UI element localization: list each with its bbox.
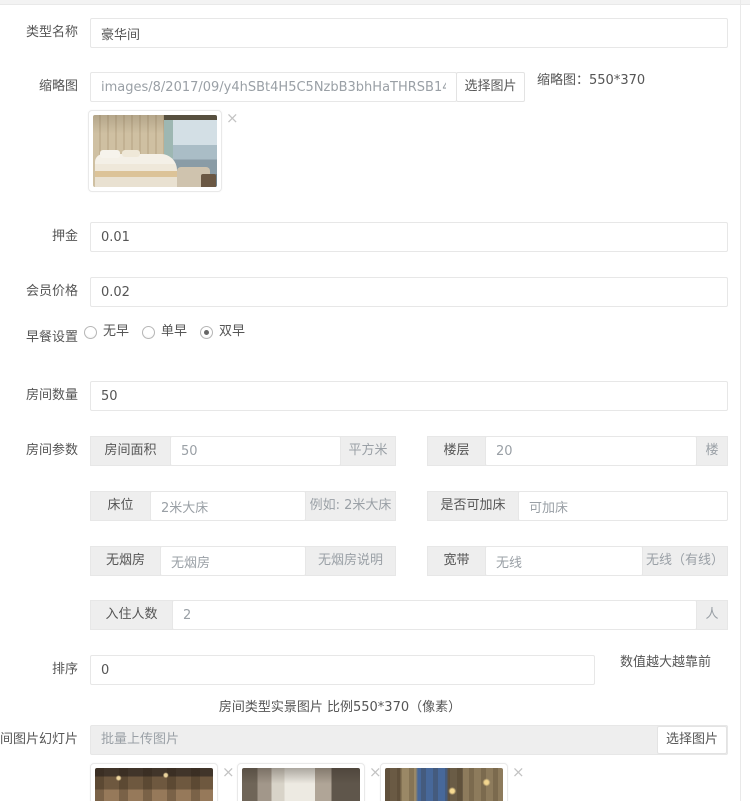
- occupancy-input[interactable]: [172, 600, 697, 630]
- gallery-photo-card: [90, 763, 218, 801]
- radio-icon[interactable]: [200, 326, 213, 339]
- deposit-label: 押金: [0, 222, 78, 252]
- thumbnail-path-input[interactable]: [90, 72, 457, 102]
- gallery-choose-image-button[interactable]: 选择图片: [657, 726, 727, 754]
- batch-upload-input[interactable]: 批量上传图片: [90, 725, 728, 755]
- extra-bed-prefix: 是否可加床: [427, 491, 519, 521]
- panel-top-edge: [0, 0, 750, 5]
- thumbnail-room-photo: [93, 115, 217, 187]
- thumbnail-label: 缩略图: [0, 72, 78, 102]
- radio-label: 双早: [219, 324, 245, 340]
- sort-hint: 数值越大越靠前: [620, 648, 711, 678]
- thumbnail-preview-card: [88, 110, 222, 192]
- breakfast-label: 早餐设置: [0, 323, 78, 353]
- gallery-photo-1-remove-icon[interactable]: ×: [222, 765, 235, 779]
- type-name-input[interactable]: [90, 18, 728, 48]
- gallery-photo-card: [380, 763, 508, 801]
- room-count-input[interactable]: [90, 381, 728, 411]
- breakfast-option-none[interactable]: 无早: [84, 324, 129, 340]
- gallery-room-photo-3: [385, 768, 503, 801]
- floor-prefix: 楼层: [427, 436, 486, 466]
- bed-prefix: 床位: [90, 491, 151, 521]
- no-smoking-input[interactable]: [160, 546, 306, 576]
- gallery-photo-card: [237, 763, 365, 801]
- extra-bed-input[interactable]: [518, 491, 728, 521]
- gallery-room-photo-2: [242, 768, 360, 801]
- floor-unit: 楼: [696, 436, 728, 466]
- member-price-label: 会员价格: [0, 277, 78, 307]
- radio-label: 无早: [103, 324, 129, 340]
- breakfast-radio-group: 无早 单早 双早: [84, 324, 245, 340]
- occupancy-unit: 人: [696, 600, 728, 630]
- radio-icon[interactable]: [84, 326, 97, 339]
- bed-example: 例如: 2米大床: [305, 491, 396, 521]
- sort-label: 排序: [0, 655, 78, 685]
- breakfast-option-double[interactable]: 双早: [200, 324, 245, 340]
- deposit-input[interactable]: [90, 222, 728, 252]
- room-type-edit-form: 类型名称 缩略图 选择图片 缩略图：550*370 × 押金 会员价格 早餐设置…: [0, 0, 750, 801]
- floor-input[interactable]: [485, 436, 697, 466]
- breakfast-option-single[interactable]: 单早: [142, 324, 187, 340]
- room-area-prefix: 房间面积: [90, 436, 171, 466]
- room-count-label: 房间数量: [0, 381, 78, 411]
- gallery-photo-3-remove-icon[interactable]: ×: [512, 765, 525, 779]
- member-price-input[interactable]: [90, 277, 728, 307]
- bed-input[interactable]: [150, 491, 306, 521]
- panel-right-edge: [740, 0, 741, 801]
- type-name-label: 类型名称: [0, 18, 78, 48]
- broadband-prefix: 宽带: [427, 546, 486, 576]
- room-params-label: 房间参数: [0, 436, 78, 466]
- radio-icon[interactable]: [142, 326, 155, 339]
- room-area-input[interactable]: [170, 436, 341, 466]
- thumbnail-remove-icon[interactable]: ×: [226, 111, 239, 125]
- broadband-note: 无线（有线）: [642, 546, 728, 576]
- radio-label: 单早: [161, 324, 187, 340]
- gallery-label: 房间图片幻灯片: [0, 725, 78, 755]
- broadband-input[interactable]: [485, 546, 643, 576]
- sort-input[interactable]: [90, 655, 595, 685]
- room-area-unit: 平方米: [340, 436, 396, 466]
- no-smoking-prefix: 无烟房: [90, 546, 161, 576]
- thumbnail-size-hint: 缩略图：550*370: [537, 66, 645, 96]
- occupancy-prefix: 入住人数: [90, 600, 173, 630]
- gallery-section-title: 房间类型实景图片 比例550*370（像素）: [0, 696, 680, 715]
- gallery-room-photo-1: [95, 768, 213, 801]
- no-smoking-note: 无烟房说明: [305, 546, 396, 576]
- thumbnail-choose-image-button[interactable]: 选择图片: [456, 72, 525, 102]
